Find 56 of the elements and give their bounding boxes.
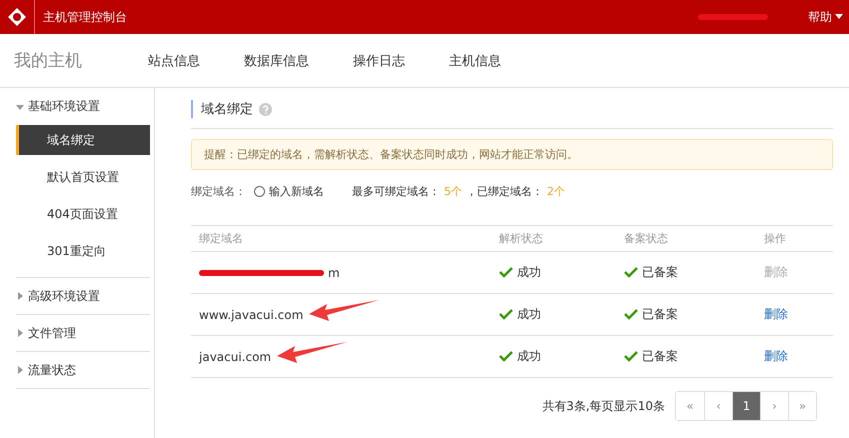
dns-status: 成功 [517, 264, 541, 281]
domain-text: javacui.com [199, 350, 272, 364]
record-status: 已备案 [642, 306, 678, 323]
caret-right-icon [16, 329, 24, 337]
brand-title: 我的主机 [14, 50, 83, 72]
record-status: 已备案 [642, 348, 678, 365]
radio-button[interactable] [254, 186, 265, 197]
check-icon [624, 267, 638, 278]
caret-right-icon [16, 292, 24, 300]
sidebar-item[interactable]: 域名绑定 [16, 125, 150, 155]
check-icon [499, 267, 513, 278]
nav-link[interactable]: 主机信息 [449, 52, 501, 70]
caret-down-icon [16, 102, 24, 110]
logo-icon [7, 7, 27, 27]
check-icon [624, 351, 638, 362]
max-count: 5个 [444, 184, 462, 199]
check-icon [499, 351, 513, 362]
sidebar-group[interactable]: 基础环境设置 [16, 88, 150, 125]
bound-label: ，已绑定域名： [466, 184, 543, 199]
caret-right-icon [16, 366, 24, 374]
column-header: 操作 [763, 231, 787, 246]
sidebar-item[interactable]: 301重定向 [16, 236, 150, 266]
bound-count: 2个 [547, 184, 565, 199]
notice-message: 提醒：已绑定的域名，需解析状态、备案状态同时成功，网站才能正常访问。 [191, 139, 833, 170]
column-header: 绑定域名 [198, 231, 244, 246]
record-status: 已备案 [642, 264, 678, 281]
nav-link[interactable]: 站点信息 [148, 52, 200, 70]
nav-link[interactable]: 数据库信息 [244, 52, 309, 70]
radio-label[interactable]: 输入新域名 [269, 184, 324, 199]
nav-link[interactable]: 操作日志 [353, 52, 405, 70]
delete-link[interactable]: 删除 [756, 348, 788, 365]
dns-status: 成功 [517, 348, 541, 365]
column-header: 备案状态 [623, 231, 669, 246]
sidebar-group[interactable]: 文件管理 [16, 315, 150, 352]
pagination-summary: 共有3条,每页显示10条 [542, 398, 665, 414]
dns-status: 成功 [517, 306, 541, 323]
page-button[interactable]: 1 [732, 392, 760, 420]
caret-down-icon [835, 14, 843, 20]
sidebar-group[interactable]: 高级环境设置 [16, 278, 150, 315]
domain-text: m [328, 266, 340, 280]
arrow-annotation [309, 300, 380, 322]
sidebar-item[interactable]: 404页面设置 [16, 199, 150, 229]
section-title: 域名绑定 [191, 100, 253, 118]
sidebar-item[interactable]: 默认首页设置 [16, 162, 150, 192]
max-label: 最多可绑定域名： [352, 184, 440, 199]
domain-text: www.javacui.com [199, 308, 304, 322]
column-header: 解析状态 [498, 231, 544, 246]
console-title: 主机管理控制台 [43, 8, 128, 26]
check-icon [624, 309, 638, 320]
help-menu[interactable]: 帮助 [808, 8, 843, 26]
sidebar-group[interactable]: 流量状态 [16, 352, 150, 389]
delete-link[interactable]: 删除 [756, 306, 788, 323]
check-icon [499, 309, 513, 320]
redaction-mark [698, 13, 768, 21]
arrow-annotation [277, 342, 348, 364]
bind-label: 绑定域名： [191, 184, 246, 199]
